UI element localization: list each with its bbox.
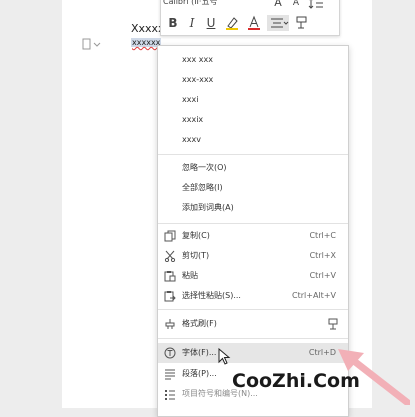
suggestion-item[interactable]: xxxix: [158, 110, 348, 130]
site-watermark: CooZhi.Com: [232, 370, 360, 392]
format-painter-icon[interactable]: [293, 15, 311, 31]
align-center-icon[interactable]: [267, 15, 289, 31]
paste-icon: [164, 271, 176, 282]
ignore-once-item[interactable]: 忽略一次(O): [158, 158, 348, 178]
paragraph-marker-icon: [82, 38, 101, 50]
paste-item[interactable]: 粘贴 Ctrl+V: [158, 266, 348, 286]
scissors-icon: [164, 250, 176, 262]
copy-item[interactable]: 复制(C) Ctrl+C: [158, 226, 348, 246]
suggestion-item[interactable]: xxx xxx: [158, 50, 348, 70]
context-menu: xxx xxx xxx-xxx xxxi xxxix xxxv 忽略一次(O) …: [157, 45, 349, 417]
cut-item[interactable]: 剪切(T) Ctrl+X: [158, 246, 348, 266]
paste-special-icon: [164, 291, 176, 302]
italic-button[interactable]: I: [183, 15, 201, 31]
mini-toolbar-row1: Calibri (II·五号 A A: [161, 0, 339, 11]
menu-separator: [158, 338, 348, 339]
format-painter-item[interactable]: 格式刷(F): [158, 314, 348, 334]
add-to-dictionary-item[interactable]: 添加到词典(A): [158, 198, 348, 218]
copy-icon: [164, 230, 176, 242]
font-name-select[interactable]: Calibri (II·五号: [163, 0, 217, 7]
grow-font-button[interactable]: A: [269, 0, 287, 11]
mouse-cursor-icon: [218, 348, 231, 365]
list-icon: [165, 390, 175, 400]
menu-separator: [158, 154, 348, 155]
suggestion-item[interactable]: xxxi: [158, 90, 348, 110]
paste-special-item[interactable]: 选择性粘贴(S)... Ctrl+Alt+V: [158, 286, 348, 306]
menu-separator: [158, 309, 348, 310]
underline-button[interactable]: U: [202, 15, 220, 31]
suggestion-item[interactable]: xxxv: [158, 130, 348, 150]
font-color-icon[interactable]: [245, 15, 263, 31]
paragraph-icon: [165, 369, 175, 380]
shrink-font-button[interactable]: A: [287, 0, 305, 11]
line-spacing-icon[interactable]: [307, 0, 325, 11]
ignore-all-item[interactable]: 全部忽略(I): [158, 178, 348, 198]
suggestion-item[interactable]: xxx-xxx: [158, 70, 348, 90]
menu-separator: [158, 223, 348, 224]
font-item[interactable]: 字体(F)... Ctrl+D: [158, 343, 348, 363]
highlight-pen-icon[interactable]: [223, 15, 241, 31]
font-icon: [164, 347, 176, 359]
mini-toolbar-row2: B I U: [161, 13, 339, 33]
brush-icon: [165, 319, 175, 329]
mini-toolbar: Calibri (II·五号 A A B I U: [160, 0, 340, 36]
bold-button[interactable]: B: [164, 15, 182, 31]
format-painter-icon: [328, 318, 338, 330]
